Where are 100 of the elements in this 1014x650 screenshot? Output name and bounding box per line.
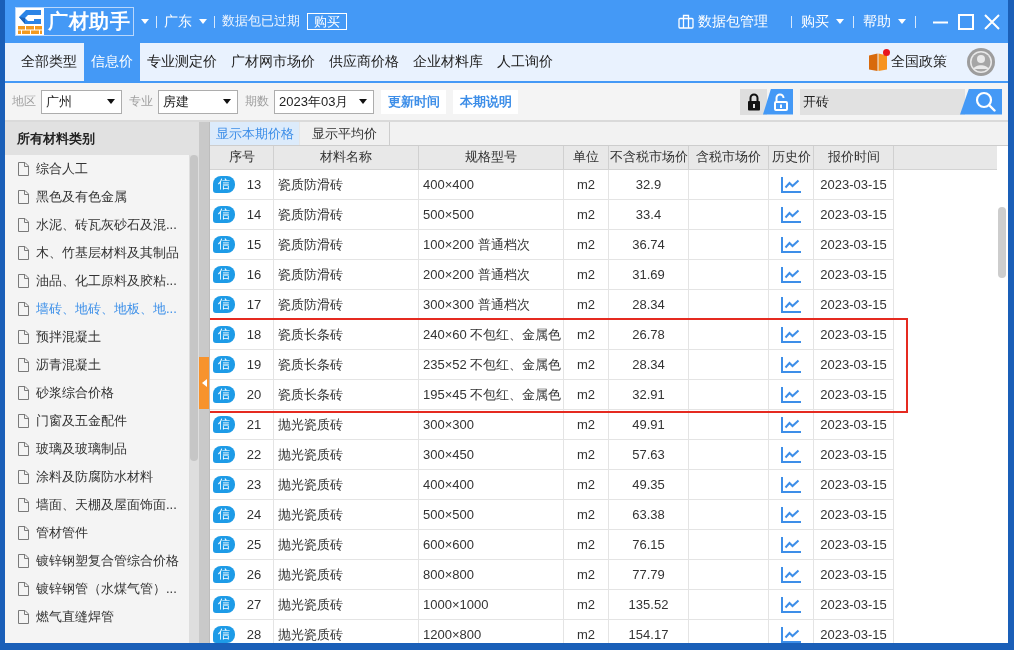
- category-item[interactable]: 墙面、天棚及屋面饰面...: [5, 491, 189, 519]
- category-item[interactable]: 预拌混凝土: [5, 323, 189, 351]
- search-button[interactable]: [960, 88, 1002, 115]
- avatar-icon[interactable]: [967, 48, 995, 76]
- table-cell: m2: [564, 440, 609, 470]
- category-item[interactable]: 油品、化工原料及胶粘...: [5, 267, 189, 295]
- table-cell: 32.9: [609, 170, 689, 200]
- caret-icon: [201, 378, 207, 387]
- row-number: 26: [245, 567, 263, 582]
- scrollbar-thumb[interactable]: [190, 155, 198, 461]
- table-cell: 2023-03-15: [814, 530, 894, 560]
- table-cell: 2023-03-15: [814, 410, 894, 440]
- category-item[interactable]: 涂料及防腐防水材料: [5, 463, 189, 491]
- category-item[interactable]: 燃气直缝焊管: [5, 603, 189, 631]
- table-cell: 瓷质长条砖: [274, 380, 419, 410]
- table-cell: 135.52: [609, 590, 689, 620]
- document-icon: [18, 386, 29, 400]
- document-icon: [18, 526, 29, 540]
- table-cell: 28.34: [609, 350, 689, 380]
- lock-icon: [746, 92, 761, 111]
- line-chart-icon[interactable]: [781, 626, 801, 643]
- document-icon: [18, 498, 29, 512]
- caret-icon: [223, 99, 231, 104]
- table-cell: 32.91: [609, 380, 689, 410]
- category-item[interactable]: 砂浆综合价格: [5, 379, 189, 407]
- line-chart-icon[interactable]: [781, 356, 801, 373]
- line-chart-icon[interactable]: [781, 536, 801, 553]
- table-cell: 36.74: [609, 230, 689, 260]
- nav-tab[interactable]: 广材网市场价: [224, 43, 322, 81]
- line-chart-icon[interactable]: [781, 416, 801, 433]
- nav-tab[interactable]: 企业材料库: [406, 43, 490, 81]
- document-icon: [18, 358, 29, 372]
- table-cell: m2: [564, 290, 609, 320]
- lock-button[interactable]: [740, 88, 767, 115]
- document-icon: [18, 274, 29, 288]
- table-cell: 2023-03-15: [814, 440, 894, 470]
- maximize-icon[interactable]: [958, 13, 974, 30]
- dropdown[interactable]: 2023年03月: [274, 89, 374, 114]
- table-cell: 235×52 不包红、金属色: [419, 350, 564, 380]
- category-item[interactable]: 管材管件: [5, 519, 189, 547]
- line-chart-icon[interactable]: [781, 566, 801, 583]
- category-item[interactable]: 门窗及五金配件: [5, 407, 189, 435]
- document-icon: [18, 190, 29, 204]
- collapse-button[interactable]: [199, 356, 209, 409]
- table-cell: 63.38: [609, 500, 689, 530]
- line-chart-icon[interactable]: [781, 176, 801, 193]
- caret-icon: [107, 99, 115, 104]
- table-cell: 57.63: [609, 440, 689, 470]
- table-cell: 31.69: [609, 260, 689, 290]
- line-chart-icon[interactable]: [781, 266, 801, 283]
- table-cell: 瓷质防滑砖: [274, 230, 419, 260]
- nav-tab[interactable]: 专业测定价: [140, 43, 224, 81]
- category-item[interactable]: 水泥、砖瓦灰砂石及混...: [5, 211, 189, 239]
- column-header[interactable]: 材料名称: [274, 146, 419, 169]
- category-item[interactable]: 综合人工: [5, 155, 189, 183]
- line-chart-icon[interactable]: [781, 386, 801, 403]
- table-cell: 300×450: [419, 440, 564, 470]
- column-header[interactable]: 规格型号: [419, 146, 564, 169]
- search-field[interactable]: 开砖: [800, 88, 965, 115]
- line-chart-icon[interactable]: [781, 506, 801, 523]
- column-header[interactable]: 不含税市场价: [609, 146, 689, 169]
- table-cell: 195×45 不包红、金属色: [419, 380, 564, 410]
- nav-tab[interactable]: 供应商价格: [322, 43, 406, 81]
- nav-tab[interactable]: 全部类型: [14, 43, 84, 81]
- table-cell: 400×400: [419, 170, 564, 200]
- table-cell: m2: [564, 620, 609, 643]
- dropdown[interactable]: 广州: [41, 89, 122, 114]
- column-header[interactable]: 历史价: [769, 146, 814, 169]
- column-header[interactable]: 含税市场价: [689, 146, 769, 169]
- table-cell: 抛光瓷质砖: [274, 470, 419, 500]
- line-chart-icon[interactable]: [781, 326, 801, 343]
- line-chart-icon[interactable]: [781, 446, 801, 463]
- line-chart-icon[interactable]: [781, 206, 801, 223]
- close-icon[interactable]: [984, 13, 1000, 30]
- category-item[interactable]: 木、竹基层材料及其制品: [5, 239, 189, 267]
- table-cell: 600×600: [419, 530, 564, 560]
- category-item[interactable]: 沥青混凝土: [5, 351, 189, 379]
- column-header[interactable]: 单位: [564, 146, 609, 169]
- policy-link[interactable]: 全国政策: [868, 43, 947, 81]
- table-cell: 300×300: [419, 410, 564, 440]
- category-item[interactable]: 镀锌钢管（水煤气管）...: [5, 575, 189, 603]
- scrollbar-thumb[interactable]: [998, 207, 1006, 278]
- table-cell: 2023-03-15: [814, 230, 894, 260]
- caret-icon[interactable]: [141, 19, 149, 24]
- line-chart-icon[interactable]: [781, 596, 801, 613]
- nav-tab[interactable]: 人工询价: [490, 43, 560, 81]
- document-icon: [18, 330, 29, 344]
- table-cell: 抛光瓷质砖: [274, 620, 419, 643]
- unlock-icon: [772, 92, 789, 111]
- category-item[interactable]: 黑色及有色金属: [5, 183, 189, 211]
- category-item[interactable]: 玻璃及玻璃制品: [5, 435, 189, 463]
- column-header[interactable]: 报价时间: [814, 146, 894, 169]
- line-chart-icon[interactable]: [781, 296, 801, 313]
- column-header[interactable]: 序号: [210, 146, 274, 169]
- line-chart-icon[interactable]: [781, 236, 801, 253]
- row-number: 14: [245, 207, 263, 222]
- dropdown[interactable]: 房建: [158, 89, 238, 114]
- category-item[interactable]: 镀锌钢塑复合管综合价格: [5, 547, 189, 575]
- line-chart-icon[interactable]: [781, 476, 801, 493]
- table-cell: 200×200 普通档次: [419, 260, 564, 290]
